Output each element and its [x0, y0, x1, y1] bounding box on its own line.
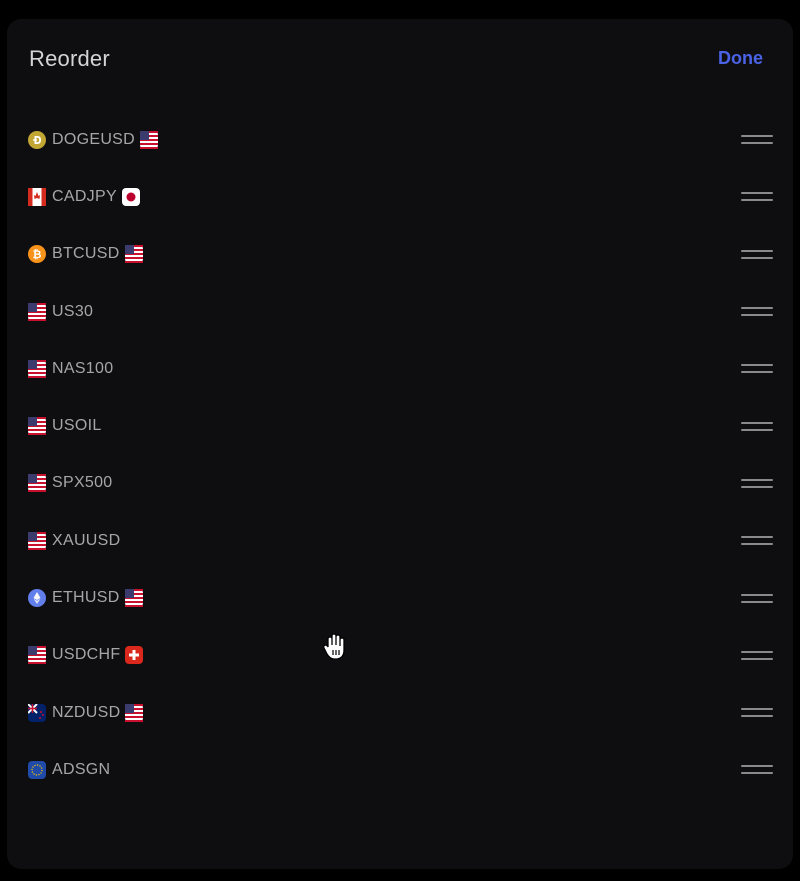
instrument-label: USOIL: [28, 417, 107, 436]
us-flag-icon: [28, 417, 46, 436]
reorder-sheet: Reorder Done DOGEUSD CADJPY ₿ BTCUSD US30 NAS…: [7, 19, 793, 869]
drag-handle-icon[interactable]: [741, 189, 773, 205]
instrument-label: NAS100: [28, 359, 118, 378]
instrument-label: ADSGN: [28, 760, 115, 779]
list-item[interactable]: DOGEUSD: [7, 111, 793, 168]
drag-handle-icon[interactable]: [741, 475, 773, 491]
instrument-symbol: USDCHF: [52, 646, 121, 664]
japan-flag-icon: [121, 187, 140, 206]
list-item[interactable]: ADSGN: [7, 741, 793, 798]
instrument-label: US30: [28, 302, 98, 321]
bitcoin-icon: ₿: [28, 245, 46, 264]
instrument-symbol: US30: [52, 302, 94, 320]
list-item[interactable]: ETHUSD: [7, 569, 793, 626]
drag-handle-icon[interactable]: [741, 533, 773, 549]
done-button[interactable]: Done: [718, 48, 763, 69]
instrument-symbol: ADSGN: [52, 760, 111, 778]
drag-handle-icon[interactable]: [741, 304, 773, 320]
canada-flag-icon: [28, 187, 46, 206]
instrument-symbol: NZDUSD: [52, 703, 121, 721]
instrument-symbol: SPX500: [52, 474, 113, 492]
ethereum-icon: [28, 589, 46, 608]
instrument-symbol: USOIL: [52, 417, 102, 435]
list-item[interactable]: USDCHF: [7, 627, 793, 684]
sheet-header: Reorder Done: [7, 19, 793, 99]
drag-handle-icon[interactable]: [741, 132, 773, 148]
instrument-list: DOGEUSD CADJPY ₿ BTCUSD US30 NAS100 USOIL SPX50…: [7, 111, 793, 799]
list-item[interactable]: US30: [7, 283, 793, 340]
instrument-symbol: NAS100: [52, 359, 114, 377]
drag-handle-icon[interactable]: [741, 705, 773, 721]
us-flag-icon: [28, 474, 46, 493]
us-flag-icon: [124, 589, 143, 608]
list-item[interactable]: SPX500: [7, 455, 793, 512]
instrument-label: SPX500: [28, 474, 118, 493]
drag-handle-icon[interactable]: [741, 647, 773, 663]
list-item[interactable]: ₿ BTCUSD: [7, 226, 793, 283]
us-flag-icon: [124, 245, 143, 264]
instrument-symbol: CADJPY: [52, 187, 117, 205]
us-flag-icon: [28, 359, 46, 378]
drag-handle-icon[interactable]: [741, 361, 773, 377]
page-title: Reorder: [29, 46, 110, 71]
instrument-symbol: DOGEUSD: [52, 130, 135, 148]
drag-handle-icon[interactable]: [741, 590, 773, 606]
us-flag-icon: [28, 646, 46, 665]
instrument-symbol: XAUUSD: [52, 531, 121, 549]
list-item[interactable]: NZDUSD: [7, 684, 793, 741]
us-flag-icon: [140, 130, 158, 149]
list-item[interactable]: NAS100: [7, 340, 793, 397]
drag-handle-icon[interactable]: [741, 762, 773, 778]
svg-text:₿: ₿: [33, 249, 42, 261]
instrument-label: DOGEUSD: [28, 130, 158, 149]
us-flag-icon: [125, 703, 144, 722]
instrument-label: XAUUSD: [28, 531, 125, 550]
instrument-label: ₿ BTCUSD: [28, 245, 143, 264]
drag-handle-icon[interactable]: [741, 246, 773, 262]
doge-coin-icon: [28, 130, 46, 149]
instrument-symbol: BTCUSD: [52, 245, 120, 263]
instrument-label: ETHUSD: [28, 589, 143, 608]
drag-handle-icon[interactable]: [741, 418, 773, 434]
instrument-symbol: ETHUSD: [52, 589, 120, 607]
swiss-flag-icon: [125, 646, 144, 665]
grab-hand-cursor-icon: [323, 633, 345, 660]
instrument-label: NZDUSD: [28, 703, 144, 722]
new-zealand-flag-icon: [28, 703, 46, 722]
list-item[interactable]: USOIL: [7, 397, 793, 454]
list-item[interactable]: CADJPY: [7, 168, 793, 225]
us-flag-icon: [28, 302, 46, 321]
list-item[interactable]: XAUUSD: [7, 512, 793, 569]
us-flag-icon: [28, 531, 46, 550]
instrument-label: CADJPY: [28, 187, 140, 206]
instrument-label: USDCHF: [28, 646, 144, 665]
eu-flag-icon: [28, 760, 46, 779]
